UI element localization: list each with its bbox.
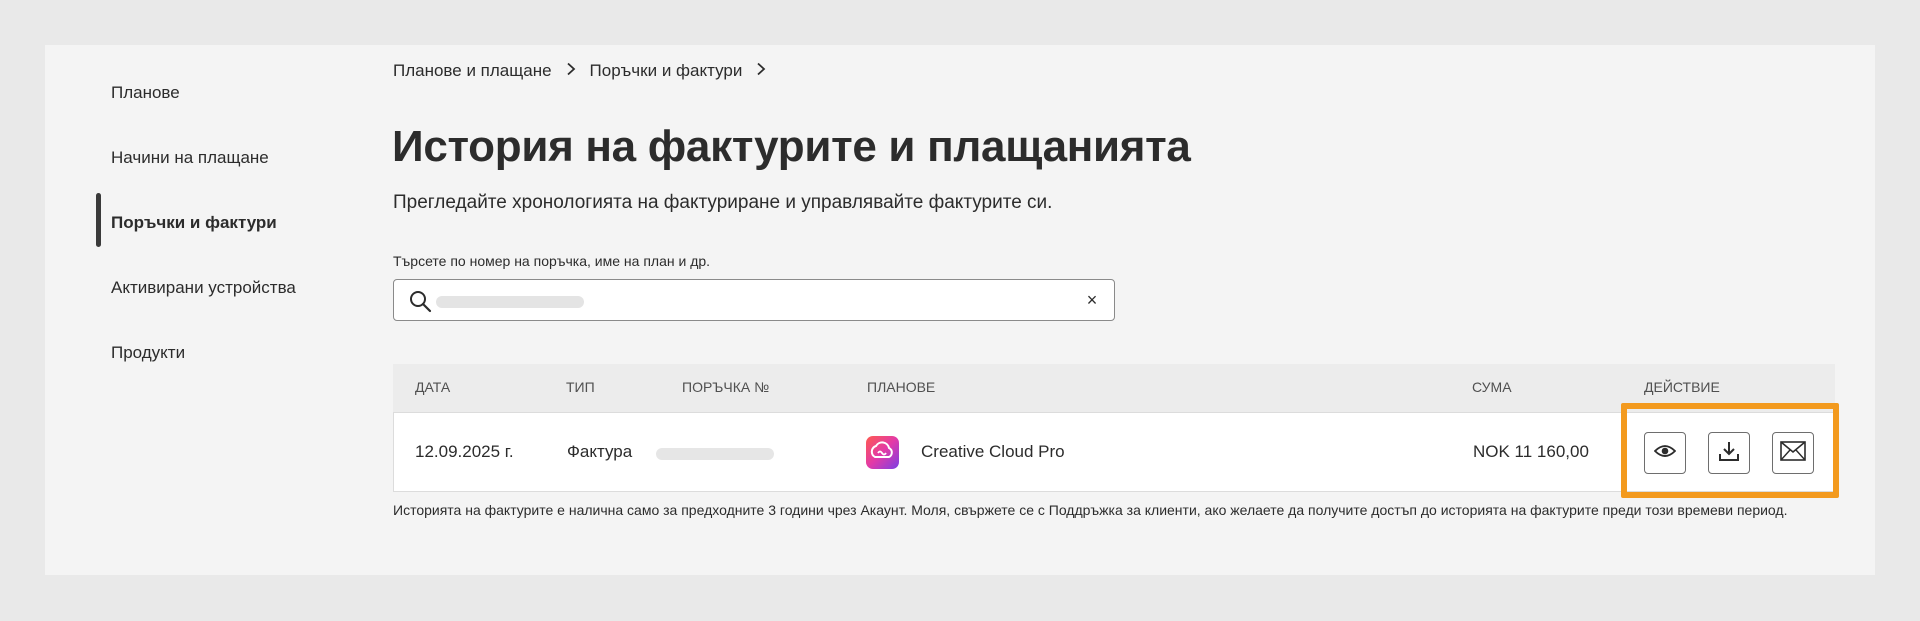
sidebar-item-activated-devices[interactable]: Активирани устройства: [111, 278, 296, 298]
sidebar-item-plans[interactable]: Планове: [111, 83, 180, 103]
column-header-amount: СУМА: [1472, 379, 1512, 395]
history-footnote: Историята на фактурите е налична само за…: [393, 502, 1788, 518]
breadcrumb: Планове и плащане Поръчки и фактури: [393, 59, 780, 83]
chevron-right-icon: [748, 62, 774, 81]
sidebar-item-orders-invoices[interactable]: Поръчки и фактури: [111, 213, 277, 233]
column-header-order-number: ПОРЪЧКА №: [682, 379, 770, 395]
column-header-plans: ПЛАНОВЕ: [867, 379, 936, 395]
search-label: Търсете по номер на поръчка, име на план…: [393, 253, 711, 269]
table-header: ДАТА ТИП ПОРЪЧКА № ПЛАНОВЕ СУМА ДЕЙСТВИЕ: [393, 364, 1835, 412]
column-header-date: ДАТА: [415, 379, 451, 395]
sidebar-item-payment-methods[interactable]: Начини на плащане: [111, 148, 269, 168]
row-amount: NOK 11 160,00: [1473, 442, 1589, 461]
breadcrumb-item-plans-billing[interactable]: Планове и плащане: [393, 61, 552, 81]
creative-cloud-icon: [866, 436, 899, 469]
search-input[interactable]: [436, 288, 1056, 314]
breadcrumb-item-orders-invoices[interactable]: Поръчки и фактури: [590, 61, 743, 81]
actions-highlight-box: [1621, 403, 1839, 498]
clear-icon[interactable]: ×: [1082, 290, 1102, 310]
search-icon: [408, 289, 432, 313]
sidebar-item-products[interactable]: Продукти: [111, 343, 185, 363]
column-header-type: ТИП: [566, 379, 595, 395]
table-row: 12.09.2025 г. Фактура Creative Cloud Pro…: [393, 412, 1835, 492]
row-type: Фактура: [567, 442, 633, 461]
sidebar-active-indicator: [96, 193, 101, 247]
sidebar: Планове Начини на плащане Поръчки и факт…: [45, 45, 375, 575]
row-plan-name: Creative Cloud Pro: [921, 442, 1065, 461]
row-order-number-redacted: [656, 448, 774, 460]
chevron-right-icon: [558, 62, 584, 81]
search-box: ×: [393, 279, 1115, 321]
row-date: 12.09.2025 г.: [415, 442, 514, 461]
page-subtitle: Прегледайте хронологията на фактуриране …: [393, 192, 1053, 213]
column-header-action: ДЕЙСТВИЕ: [1644, 379, 1720, 395]
page-title: История на фактурите и плащанията: [392, 122, 1191, 171]
